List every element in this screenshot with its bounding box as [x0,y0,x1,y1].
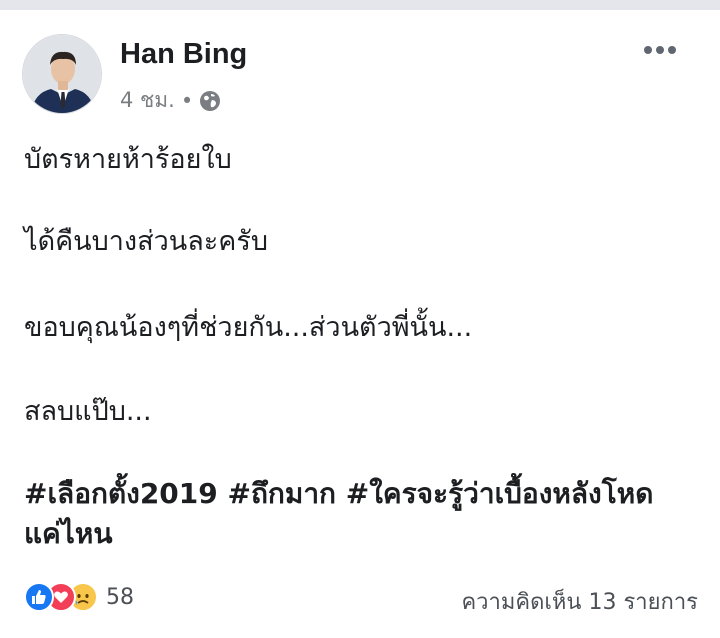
post-paragraph: ได้คืนบางส่วนละครับ [24,226,268,257]
hashtag-line: #เลือกตั้ง2019 #ถึกมาก #ใครจะรู้ว่าเบื้อ… [24,474,684,554]
top-divider [0,0,720,10]
post-paragraph: ขอบคุณน้องๆที่ช่วยกัน...ส่วนตัวพี่นั้น..… [24,312,473,343]
like-reaction-icon [24,582,54,612]
post-header: Han Bing 4 ชม. • [22,34,698,118]
hashtag-link[interactable]: #ถึกมาก [228,477,337,510]
post-time[interactable]: 4 ชม. [120,84,175,117]
post-paragraph: บัตรหายห้าร้อยใบ [24,144,232,175]
more-options-icon[interactable] [640,42,680,58]
post-footer: 58 ความคิดเห็น 13 รายการ [24,578,698,618]
author-name[interactable]: Han Bing [120,38,247,71]
post-meta: 4 ชม. • [120,84,221,117]
globe-icon [199,90,221,112]
hashtag-link[interactable]: #เลือกตั้ง2019 [24,477,218,510]
post-paragraph: สลบแป๊บ... [24,396,152,427]
avatar[interactable] [22,34,102,114]
meta-separator: • [180,88,194,113]
comments-link[interactable]: ความคิดเห็น 13 รายการ [461,584,698,619]
reactions-summary[interactable]: 58 [24,582,134,612]
reaction-count: 58 [106,584,134,610]
